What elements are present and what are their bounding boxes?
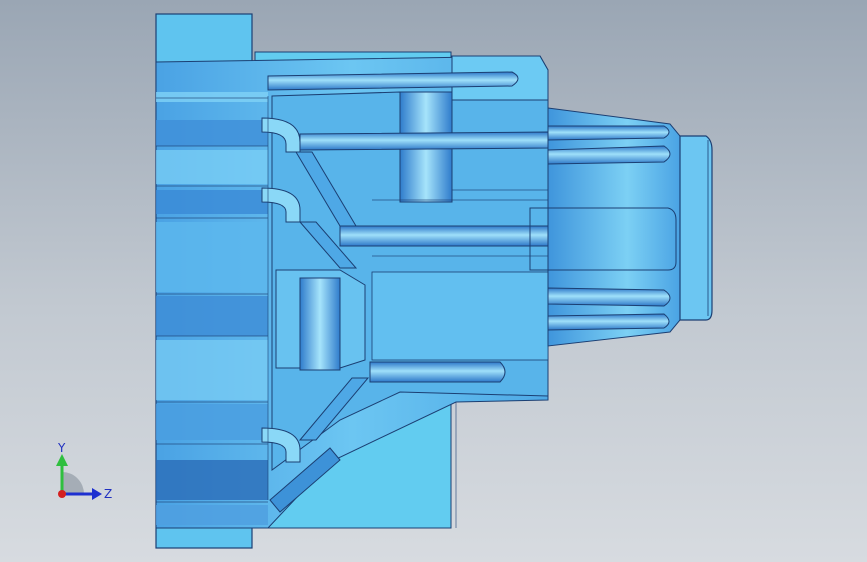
cylinder-band (156, 404, 268, 440)
3d-viewport[interactable]: Y Z (0, 0, 867, 562)
x-axis-dot (58, 490, 66, 498)
z-axis-label: Z (104, 487, 112, 501)
y-axis-arrow (56, 454, 68, 466)
axis-triad: Y Z (56, 441, 112, 501)
cylinder-band (156, 460, 268, 500)
cylinder-band (156, 92, 268, 102)
cad-model[interactable] (0, 0, 867, 562)
triad-arc (62, 472, 84, 494)
nozzle-neck (547, 107, 681, 347)
cavity-floor (371, 271, 549, 361)
cylinder-band (156, 222, 268, 292)
y-axis-label: Y (57, 441, 66, 455)
cylinder-band (156, 190, 268, 214)
vertical-column (299, 277, 341, 371)
cylinder-band (156, 296, 268, 336)
cylinder-band (156, 340, 268, 400)
cylinder-band (156, 150, 268, 184)
neck-pipe (547, 125, 670, 141)
rod-lower (369, 361, 506, 383)
neck-pipe (547, 287, 671, 307)
cylinder-band (156, 505, 268, 525)
cylinder-band (156, 120, 268, 146)
nozzle-tip (679, 135, 713, 321)
neck-pipe (547, 313, 670, 331)
z-axis-arrow (92, 488, 102, 500)
rod-upper (299, 131, 555, 151)
